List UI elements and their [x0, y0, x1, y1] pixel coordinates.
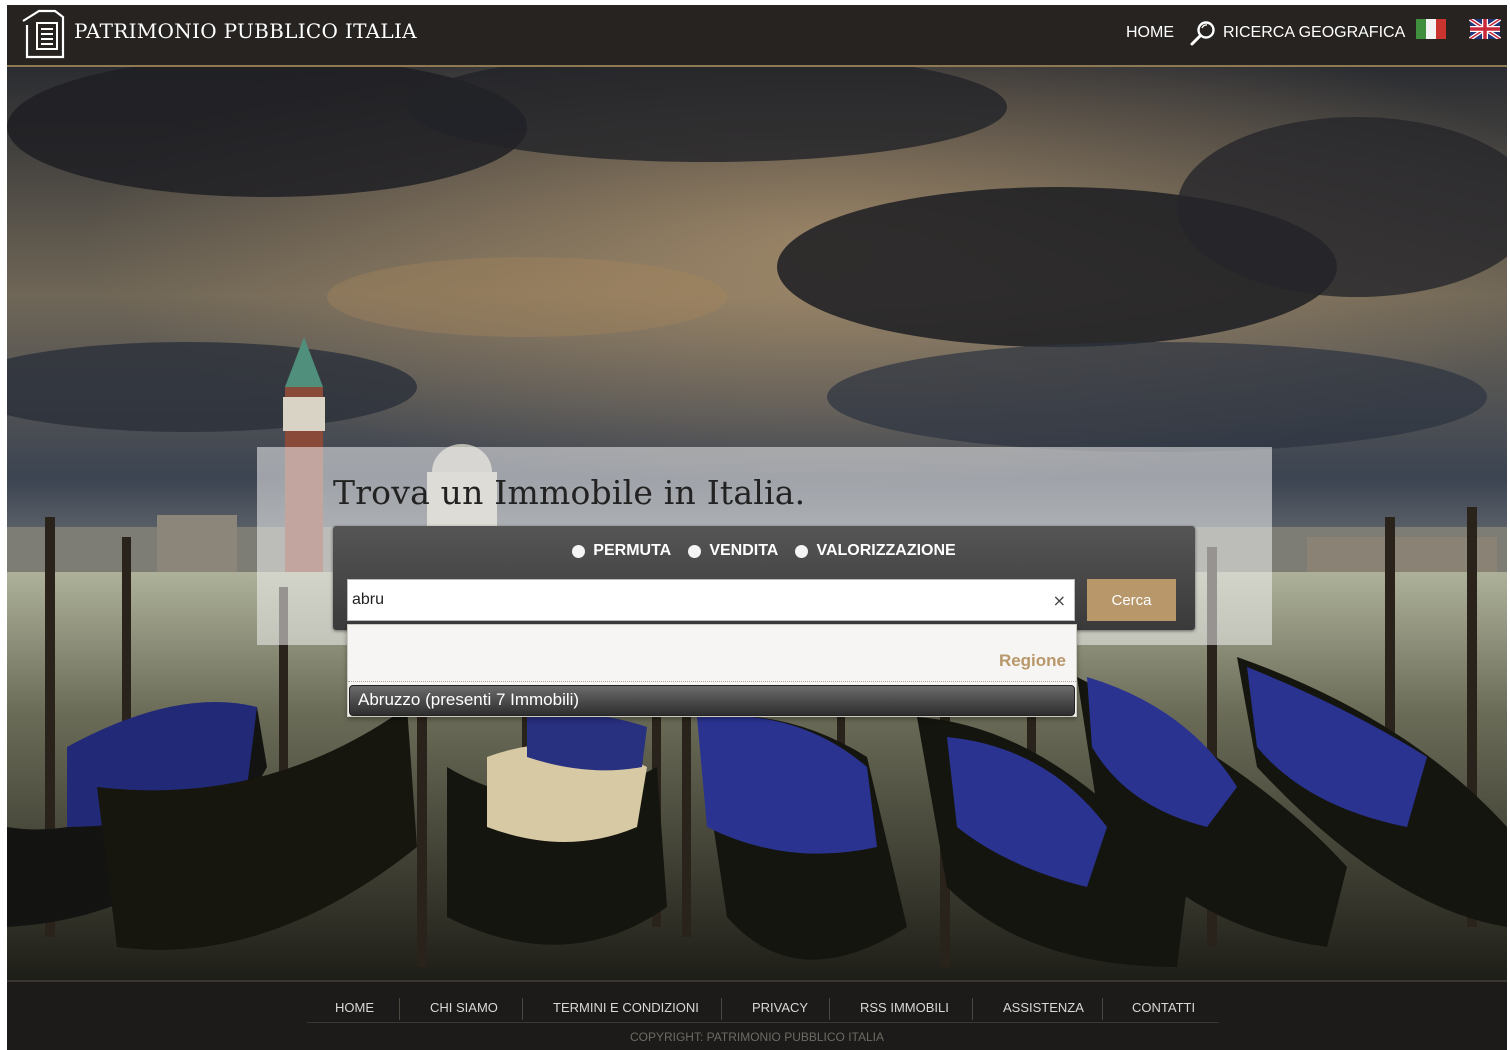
divider: [829, 998, 830, 1020]
brand-name[interactable]: PATRIMONIO PUBBLICO ITALIA: [74, 19, 417, 43]
radio-permuta[interactable]: PERMUTA: [572, 542, 671, 560]
search-input[interactable]: [352, 589, 1042, 611]
footer: HOME CHI SIAMO TERMINI E CONDIZIONI PRIV…: [7, 980, 1507, 1050]
footer-link-rss[interactable]: RSS IMMOBILI: [860, 1000, 949, 1015]
autocomplete-dropdown: Regione Abruzzo (presenti 7 Immobili): [347, 624, 1077, 717]
radio-valorizzazione[interactable]: VALORIZZAZIONE: [795, 542, 956, 560]
radio-permuta-label: PERMUTA: [593, 542, 672, 559]
italy-flag-icon[interactable]: [1416, 19, 1446, 39]
divider: [721, 998, 722, 1020]
footer-link-chi-siamo[interactable]: CHI SIAMO: [430, 1000, 498, 1015]
divider: [522, 998, 523, 1020]
search-box: PERMUTA VENDITA VALORIZZAZIONE × Cerca: [333, 526, 1195, 630]
footer-link-home[interactable]: HOME: [335, 1000, 374, 1015]
radio-button-icon[interactable]: [572, 544, 586, 558]
footer-link-contatti[interactable]: CONTATTI: [1132, 1000, 1195, 1015]
transaction-type-radios: PERMUTA VENDITA VALORIZZAZIONE: [333, 542, 1195, 562]
radio-valorizzazione-label: VALORIZZAZIONE: [816, 542, 956, 559]
radio-vendita-label: VENDITA: [709, 542, 779, 559]
search-title: Trova un Immobile in Italia.: [333, 473, 806, 512]
uk-flag-icon[interactable]: [1469, 19, 1501, 39]
autocomplete-option[interactable]: Abruzzo (presenti 7 Immobili): [349, 685, 1075, 716]
search-input-wrapper: ×: [347, 579, 1075, 621]
clear-icon[interactable]: ×: [1053, 591, 1066, 610]
autocomplete-group-header: Regione: [998, 651, 1066, 670]
search-icon[interactable]: [1188, 19, 1218, 49]
divider: [399, 998, 400, 1020]
radio-button-icon[interactable]: [795, 544, 809, 558]
radio-button-icon[interactable]: [688, 544, 702, 558]
search-panel: Trova un Immobile in Italia. PERMUTA VEN…: [257, 447, 1272, 645]
divider: [1102, 998, 1103, 1020]
divider: [972, 998, 973, 1020]
nav-geo-search-link[interactable]: RICERCA GEOGRAFICA: [1223, 24, 1405, 42]
divider: [348, 681, 1076, 682]
top-navbar: PATRIMONIO PUBBLICO ITALIA HOME RICERCA …: [7, 5, 1507, 67]
nav-home-link[interactable]: HOME: [1126, 24, 1174, 42]
page: PATRIMONIO PUBBLICO ITALIA HOME RICERCA …: [7, 5, 1507, 1050]
search-button[interactable]: Cerca: [1087, 579, 1176, 621]
footer-link-privacy[interactable]: PRIVACY: [752, 1000, 808, 1015]
radio-vendita[interactable]: VENDITA: [688, 542, 778, 560]
footer-link-termini[interactable]: TERMINI E CONDIZIONI: [553, 1000, 699, 1015]
footer-nav: HOME CHI SIAMO TERMINI E CONDIZIONI PRIV…: [307, 994, 1219, 1023]
footer-link-assistenza[interactable]: ASSISTENZA: [1003, 1000, 1084, 1015]
copyright-text: COPYRIGHT: PATRIMONIO PUBBLICO ITALIA: [629, 1030, 885, 1044]
document-logo-icon[interactable]: [19, 7, 67, 61]
